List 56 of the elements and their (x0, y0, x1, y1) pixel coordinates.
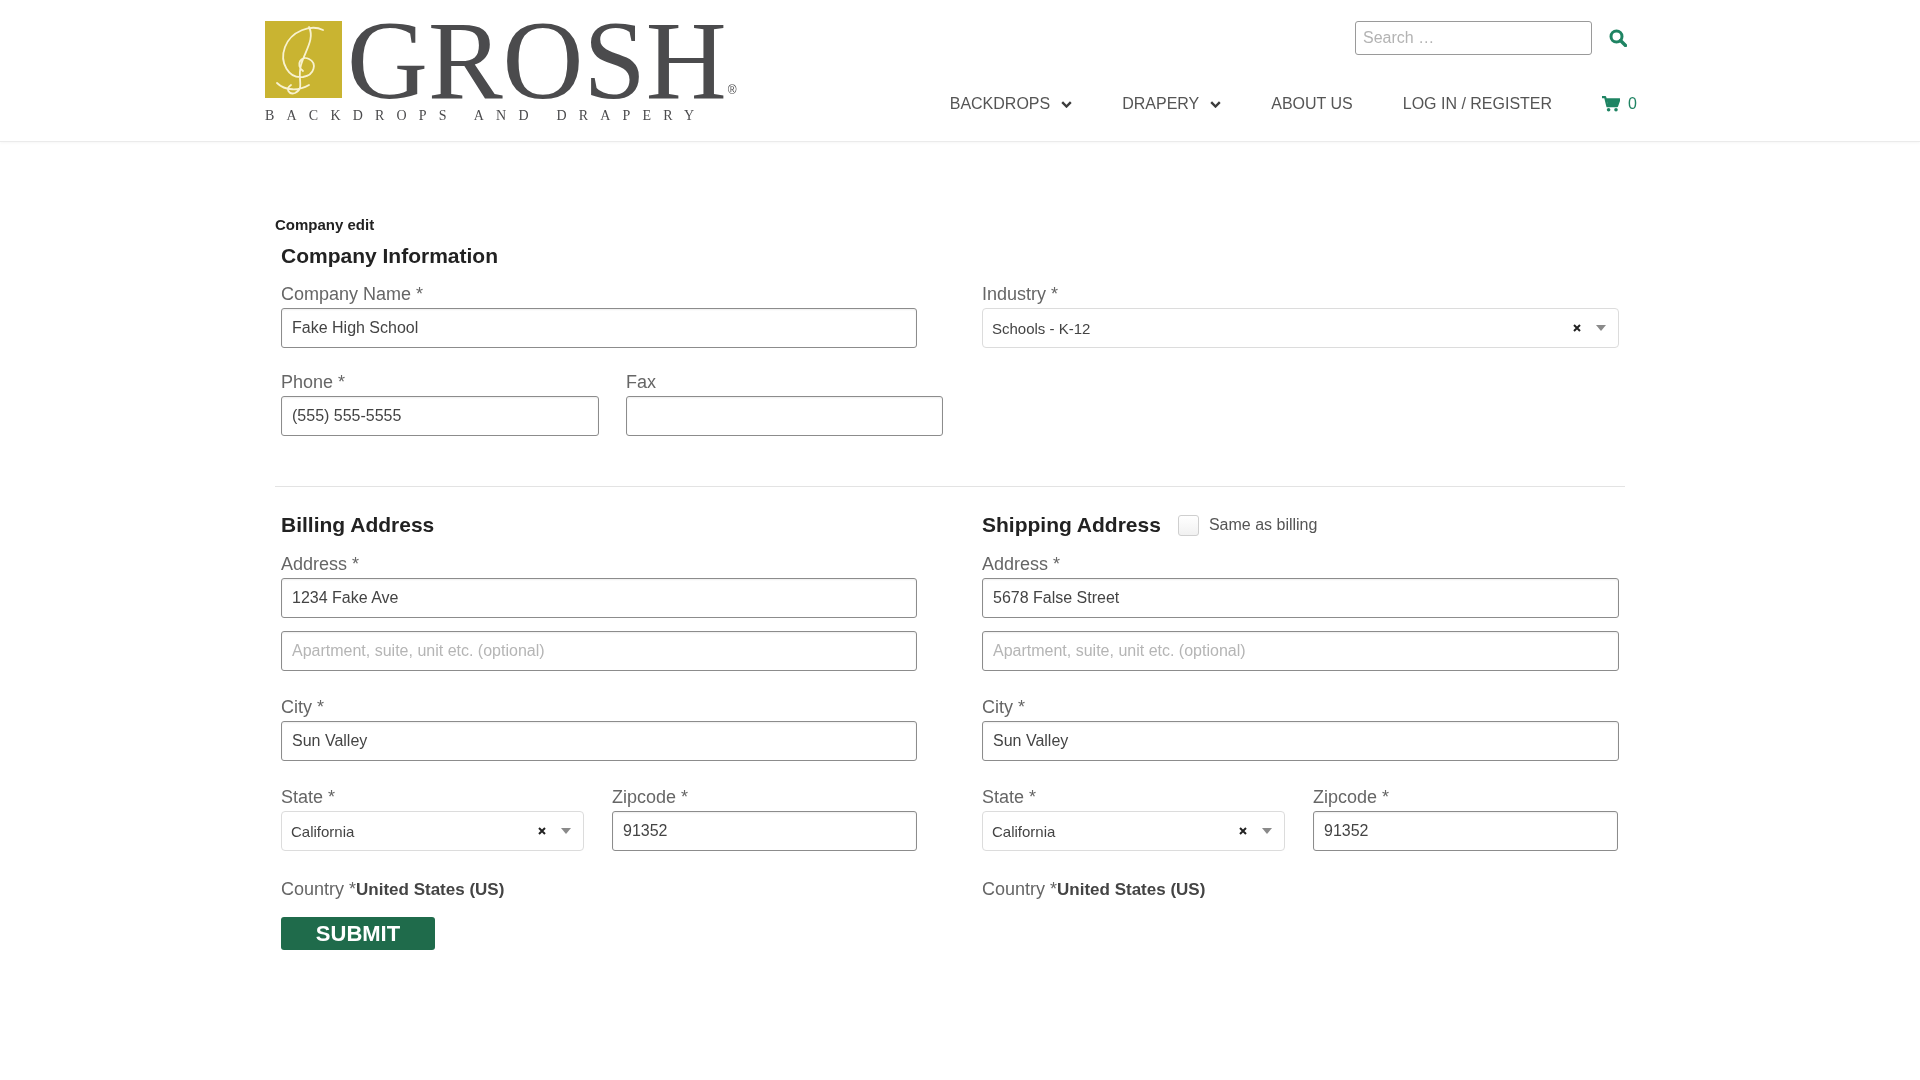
field-label: Country * (281, 878, 357, 900)
select-field[interactable]: California (982, 811, 1285, 851)
text-field[interactable]: Apartment, suite, unit etc. (optional) (281, 631, 917, 671)
checkbox[interactable] (1177, 514, 1199, 536)
clear-icon[interactable] (538, 827, 546, 835)
field-label: Address * (281, 553, 361, 575)
field-label: City * (281, 696, 325, 718)
section-heading: Company Information (281, 243, 499, 269)
text-field[interactable]: Sun Valley (982, 721, 1619, 761)
field-label: Country * (982, 878, 1058, 900)
field-label: Phone * (281, 371, 347, 393)
section-heading: Billing Address (281, 512, 435, 538)
field-label: Zipcode * (612, 786, 690, 808)
country-value: United States (US) (356, 879, 505, 901)
text-field[interactable]: 91352 (612, 811, 917, 851)
text-field[interactable]: Sun Valley (281, 721, 917, 761)
field-label: City * (982, 696, 1026, 718)
text-field[interactable]: 91352 (1313, 811, 1618, 851)
text-field[interactable]: Fake High School (281, 308, 917, 348)
logo-wordmark: GROSH (347, 21, 727, 99)
text-field[interactable]: (555) 555-5555 (281, 396, 599, 436)
submit-button[interactable]: SUBMIT (281, 917, 435, 950)
chevron-down-icon (1061, 100, 1073, 108)
cart-icon (1602, 96, 1621, 112)
nav-link[interactable]: BACKDROPS (949, 93, 1073, 115)
select-field[interactable]: Schools - K-12 (982, 308, 1619, 348)
nav-link[interactable]: LOG IN / REGISTER (1402, 93, 1553, 115)
field-label: Fax (626, 371, 657, 393)
text-field[interactable]: 1234 Fake Ave (281, 578, 917, 618)
page-title: Company edit (275, 215, 376, 235)
nav-link[interactable]: ABOUT US (1271, 93, 1353, 115)
text-field[interactable] (626, 396, 943, 436)
chevron-down-icon (1210, 100, 1222, 108)
field-label: Industry * (982, 283, 1060, 305)
field-label: Address * (982, 553, 1062, 575)
search-field[interactable]: Search … (1355, 21, 1592, 55)
text-field[interactable]: 5678 False Street (982, 578, 1619, 618)
field-label: State * (281, 786, 337, 808)
section-heading: Shipping Address (982, 512, 1161, 538)
clear-icon[interactable] (1239, 827, 1247, 835)
registered-mark: ® (727, 83, 737, 97)
logo-tagline: BACKDROPS AND DRAPERY (265, 108, 708, 124)
checkbox-label[interactable]: Same as billing (1208, 516, 1318, 534)
caret-icon (1596, 325, 1606, 331)
country-value: United States (US) (1057, 879, 1206, 901)
caret-icon (561, 828, 571, 834)
caret-icon (1262, 828, 1272, 834)
cart-link[interactable]: 0 (1602, 93, 1637, 115)
select-field[interactable]: California (281, 811, 584, 851)
text-field[interactable]: Apartment, suite, unit etc. (optional) (982, 631, 1619, 671)
field-label: Company Name * (281, 283, 425, 305)
search-icon[interactable] (1609, 29, 1627, 47)
nav-link[interactable]: DRAPERY (1122, 93, 1222, 115)
field-label: State * (982, 786, 1038, 808)
field-label: Zipcode * (1313, 786, 1391, 808)
clear-icon[interactable] (1573, 324, 1581, 332)
